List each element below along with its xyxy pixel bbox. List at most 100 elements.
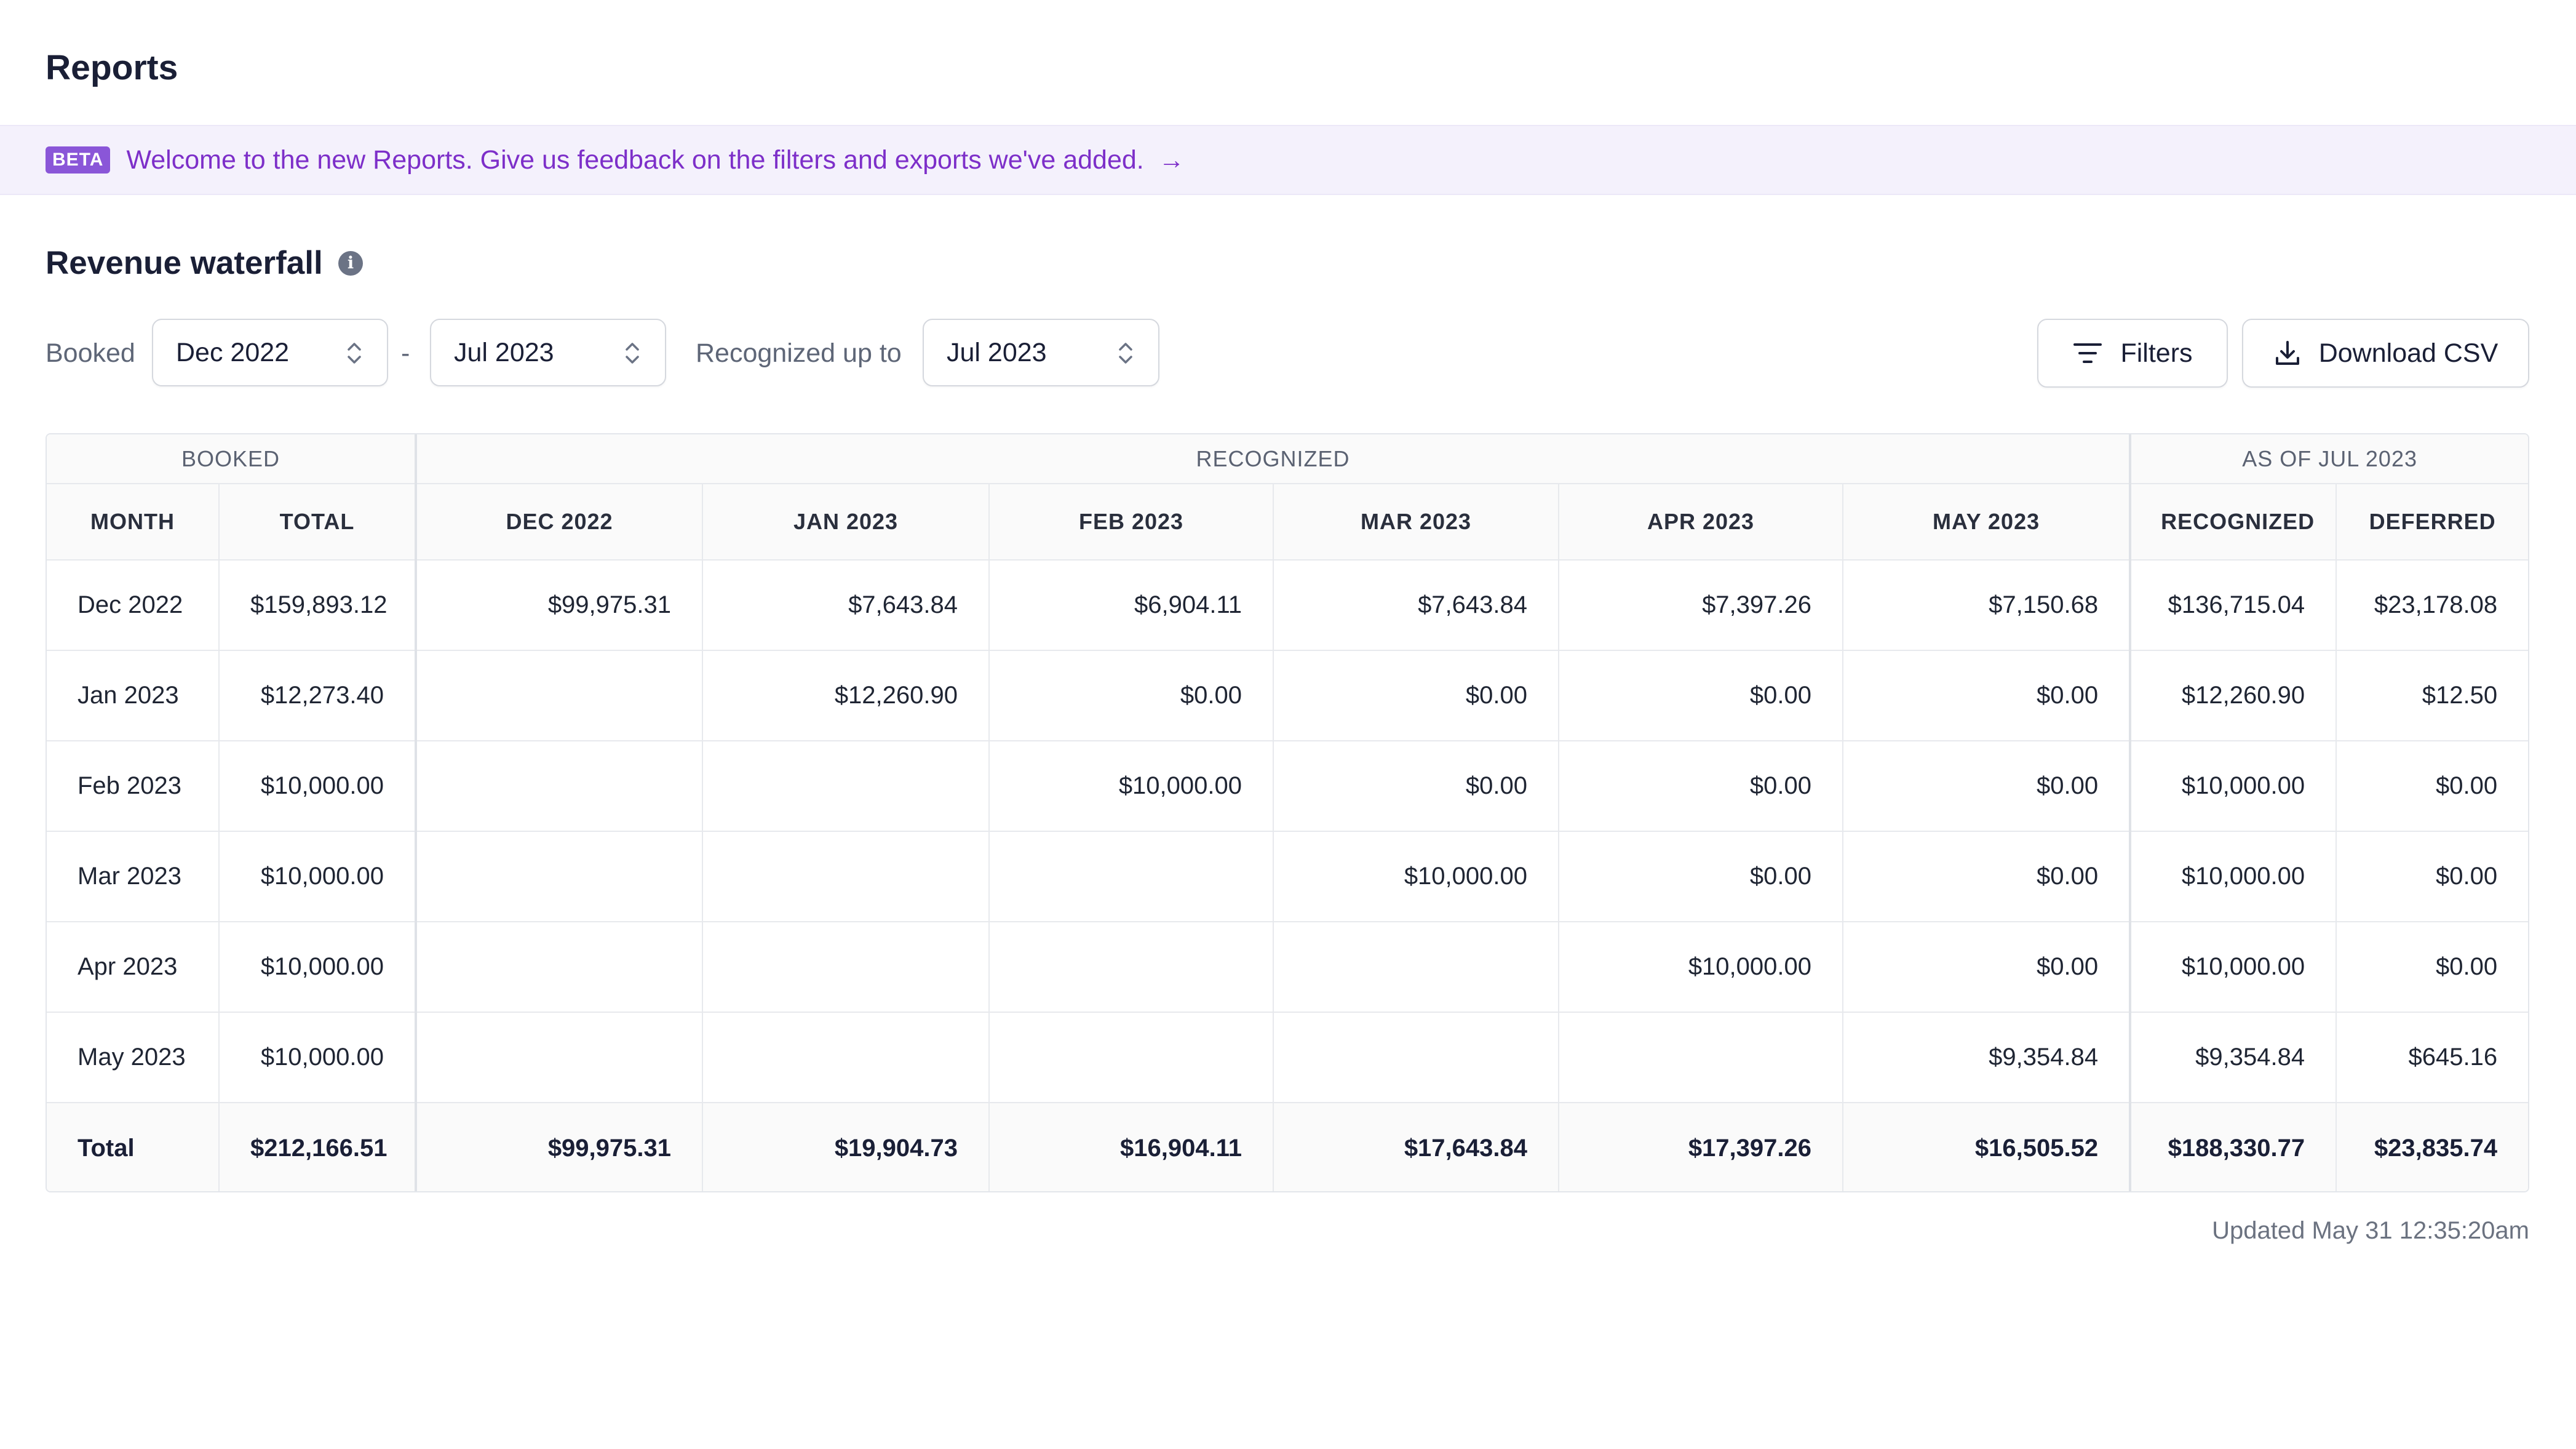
value-cell <box>415 740 704 832</box>
value-cell: $12,260.90 <box>702 650 990 741</box>
group-header-row: BOOKED RECOGNIZED AS OF JUL 2023 <box>47 434 2528 484</box>
col-header-recognized: RECOGNIZED <box>2129 483 2337 561</box>
total-row: Total $212,166.51 $99,975.31 $19,904.73 … <box>47 1102 2528 1191</box>
info-icon[interactable]: i <box>338 251 363 276</box>
value-cell: $0.00 <box>1558 831 1844 922</box>
value-cell <box>988 831 1274 922</box>
total-value-cell: $19,904.73 <box>702 1102 990 1191</box>
value-cell <box>415 650 704 741</box>
col-header-total: TOTAL <box>218 483 418 561</box>
row-total-cell: $10,000.00 <box>218 1012 418 1103</box>
recognized-cell: $10,000.00 <box>2129 740 2337 832</box>
col-header-may-2023: MAY 2023 <box>1842 483 2132 561</box>
value-cell: $7,150.68 <box>1842 559 2132 651</box>
total-label-cell: Total <box>47 1102 220 1191</box>
value-cell <box>1558 1012 1844 1103</box>
column-header-row: MONTH TOTAL DEC 2022 JAN 2023 FEB 2023 M… <box>47 483 2528 561</box>
col-header-month: MONTH <box>47 483 220 561</box>
row-total-cell: $12,273.40 <box>218 650 418 741</box>
deferred-cell: $0.00 <box>2335 831 2528 922</box>
value-cell: $0.00 <box>1842 740 2132 832</box>
value-cell: $7,643.84 <box>702 559 990 651</box>
value-cell: $6,904.11 <box>988 559 1274 651</box>
booked-from-select[interactable]: Dec 2022 <box>152 319 388 386</box>
value-cell: $9,354.84 <box>1842 1012 2132 1103</box>
section-title: Revenue waterfall <box>46 245 323 281</box>
booked-label: Booked <box>46 338 135 368</box>
row-total-cell: $10,000.00 <box>218 740 418 832</box>
total-value-cell: $16,904.11 <box>988 1102 1274 1191</box>
value-cell: $10,000.00 <box>1273 831 1560 922</box>
row-total-cell: $10,000.00 <box>218 831 418 922</box>
recognized-cell: $9,354.84 <box>2129 1012 2337 1103</box>
booked-to-select[interactable]: Jul 2023 <box>430 319 666 386</box>
row-month-cell: Apr 2023 <box>47 921 220 1013</box>
row-month-cell: Feb 2023 <box>47 740 220 832</box>
value-cell: $10,000.00 <box>988 740 1274 832</box>
total-booked-cell: $212,166.51 <box>218 1102 418 1191</box>
table-row: Dec 2022 $159,893.12 $99,975.31 $7,643.8… <box>47 559 2528 651</box>
col-header-deferred: DEFERRED <box>2335 483 2528 561</box>
arrow-right-icon[interactable]: → <box>1159 143 1185 177</box>
row-total-cell: $10,000.00 <box>218 921 418 1013</box>
value-cell: $7,397.26 <box>1558 559 1844 651</box>
value-cell <box>1273 1012 1560 1103</box>
value-cell: $0.00 <box>1558 740 1844 832</box>
updated-timestamp: Updated May 31 12:35:20am <box>2212 1217 2529 1244</box>
value-cell <box>702 921 990 1013</box>
col-header-jan-2023: JAN 2023 <box>702 483 990 561</box>
deferred-cell: $12.50 <box>2335 650 2528 741</box>
chevron-updown-icon <box>348 343 361 364</box>
group-as-of: AS OF JUL 2023 <box>2129 434 2528 484</box>
value-cell <box>1273 921 1560 1013</box>
total-value-cell: $17,397.26 <box>1558 1102 1844 1191</box>
table-row: Feb 2023 $10,000.00 $10,000.00 $0.00 $0.… <box>47 740 2528 832</box>
deferred-cell: $0.00 <box>2335 921 2528 1013</box>
value-cell <box>702 740 990 832</box>
value-cell: $0.00 <box>1273 650 1560 741</box>
value-cell <box>415 1012 704 1103</box>
recognized-to-select[interactable]: Jul 2023 <box>923 319 1159 386</box>
deferred-cell: $23,178.08 <box>2335 559 2528 651</box>
col-header-dec-2022: DEC 2022 <box>415 483 704 561</box>
download-csv-button[interactable]: Download CSV <box>2242 319 2529 388</box>
filters-label: Filters <box>2120 338 2193 368</box>
download-csv-label: Download CSV <box>2318 338 2498 368</box>
value-cell: $99,975.31 <box>415 559 704 651</box>
row-month-cell: Mar 2023 <box>47 831 220 922</box>
table-row: May 2023 $10,000.00 $9,354.84 $9,354.84 … <box>47 1012 2528 1103</box>
value-cell <box>702 1012 990 1103</box>
filters-button[interactable]: Filters <box>2037 319 2228 388</box>
value-cell: $10,000.00 <box>1558 921 1844 1013</box>
total-recognized-cell: $188,330.77 <box>2129 1102 2337 1191</box>
total-value-cell: $99,975.31 <box>415 1102 704 1191</box>
group-booked: BOOKED <box>47 434 418 484</box>
recognized-label: Recognized up to <box>696 338 902 368</box>
value-cell: $0.00 <box>1842 921 2132 1013</box>
table-row: Apr 2023 $10,000.00 $10,000.00 $0.00 $10… <box>47 921 2528 1013</box>
booked-to-value: Jul 2023 <box>454 338 554 367</box>
revenue-waterfall-table: BOOKED RECOGNIZED AS OF JUL 2023 MONTH T… <box>46 433 2529 1192</box>
value-cell: $0.00 <box>1558 650 1844 741</box>
chevron-updown-icon <box>626 343 639 364</box>
feedback-link[interactable]: Welcome to the new Reports. Give us feed… <box>126 143 1143 177</box>
row-month-cell: Dec 2022 <box>47 559 220 651</box>
recognized-cell: $10,000.00 <box>2129 831 2337 922</box>
reports-page: Reports BETA Welcome to the new Reports.… <box>0 0 2576 1449</box>
beta-banner: BETA Welcome to the new Reports. Give us… <box>0 125 2576 195</box>
col-header-feb-2023: FEB 2023 <box>988 483 1274 561</box>
total-value-cell: $17,643.84 <box>1273 1102 1560 1191</box>
group-recognized: RECOGNIZED <box>415 434 2132 484</box>
deferred-cell: $645.16 <box>2335 1012 2528 1103</box>
value-cell: $0.00 <box>1273 740 1560 832</box>
value-cell: $7,643.84 <box>1273 559 1560 651</box>
row-total-cell: $159,893.12 <box>218 559 418 651</box>
value-cell <box>988 921 1274 1013</box>
recognized-to-value: Jul 2023 <box>947 338 1047 367</box>
filter-icon <box>2073 343 2102 363</box>
col-header-apr-2023: APR 2023 <box>1558 483 1844 561</box>
recognized-cell: $12,260.90 <box>2129 650 2337 741</box>
value-cell: $0.00 <box>988 650 1274 741</box>
total-deferred-cell: $23,835.74 <box>2335 1102 2528 1191</box>
recognized-cell: $10,000.00 <box>2129 921 2337 1013</box>
